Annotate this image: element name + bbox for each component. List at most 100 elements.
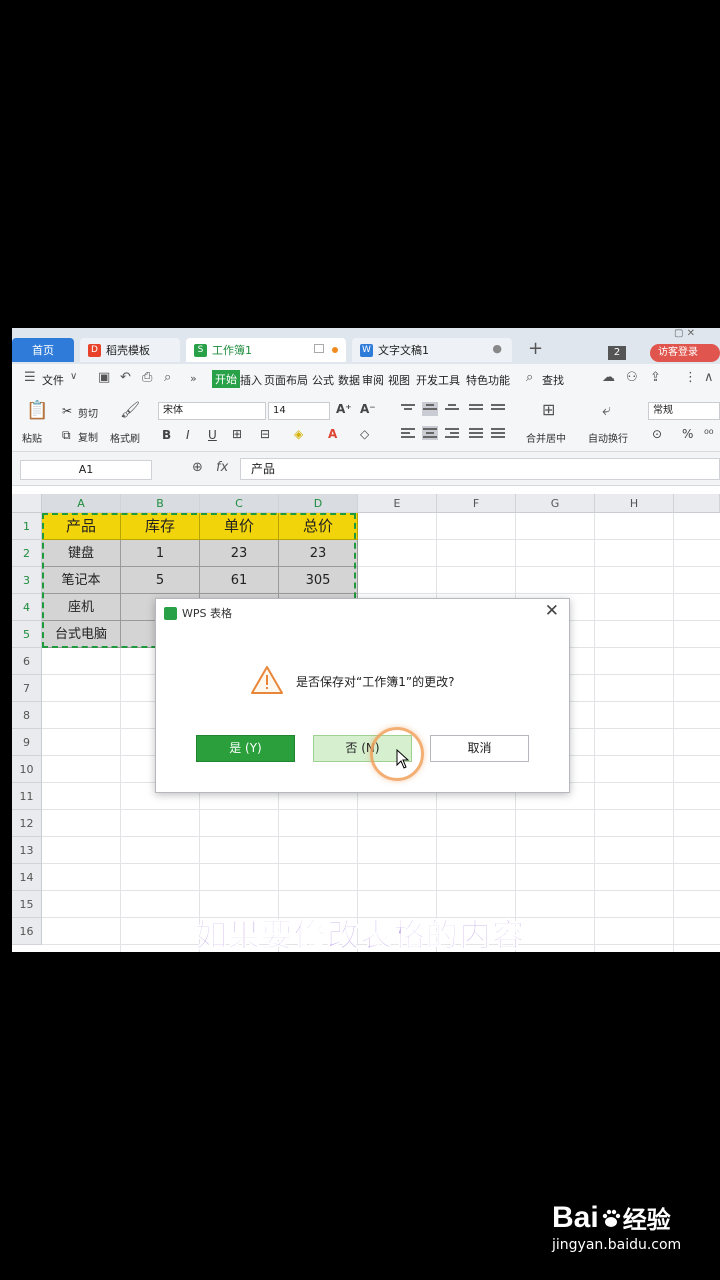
align-center-icon[interactable] bbox=[422, 426, 438, 440]
tab-home[interactable]: 首页 bbox=[12, 338, 74, 362]
row-header-8[interactable]: 8 bbox=[12, 702, 42, 729]
column-header-g[interactable]: G bbox=[516, 494, 595, 513]
row-header-6[interactable]: 6 bbox=[12, 648, 42, 675]
copy-button[interactable]: 复制 bbox=[78, 429, 98, 444]
row-header-11[interactable]: 11 bbox=[12, 783, 42, 810]
row-header-5[interactable]: 5 bbox=[12, 621, 42, 648]
merge-center-icon[interactable]: ⊞ bbox=[542, 400, 555, 419]
outdent-icon[interactable] bbox=[490, 402, 506, 416]
select-all-corner[interactable] bbox=[12, 494, 42, 513]
menu-formulas[interactable]: 公式 bbox=[312, 372, 334, 388]
cell-c2[interactable]: 23 bbox=[200, 540, 279, 567]
new-tab-icon[interactable]: + bbox=[528, 338, 543, 359]
bold-icon[interactable]: B bbox=[162, 428, 171, 442]
cell-d1[interactable]: 总价 bbox=[279, 513, 358, 540]
percent-icon[interactable]: % bbox=[682, 427, 693, 441]
cell-b1[interactable]: 库存 bbox=[121, 513, 200, 540]
yes-button[interactable]: 是 (Y) bbox=[196, 735, 295, 762]
menu-developer[interactable]: 开发工具 bbox=[416, 372, 460, 388]
border-icon[interactable]: ⊞ bbox=[232, 427, 242, 441]
cell-a1[interactable]: 产品 bbox=[42, 513, 121, 540]
column-header-d[interactable]: D bbox=[279, 494, 358, 513]
italic-icon[interactable]: I bbox=[186, 428, 190, 442]
tab-document[interactable]: W 文字文稿1 ● bbox=[352, 338, 512, 362]
window-controls-icon[interactable]: ▢ ✕ bbox=[674, 328, 695, 339]
print-icon[interactable]: ⎙ bbox=[142, 370, 152, 385]
currency-icon[interactable]: ⊙ bbox=[652, 427, 662, 441]
undo-icon[interactable]: ↶ bbox=[120, 370, 131, 385]
cell-a4[interactable]: 座机 bbox=[42, 594, 121, 621]
login-button[interactable]: 访客登录 bbox=[650, 344, 720, 362]
cell-d2[interactable]: 23 bbox=[279, 540, 358, 567]
chevron-down-icon[interactable]: ∨ bbox=[70, 371, 77, 382]
style-icon[interactable]: ⊟ bbox=[260, 427, 270, 441]
column-header-extra[interactable] bbox=[674, 494, 720, 513]
menu-special[interactable]: 特色功能 bbox=[466, 372, 510, 388]
increase-font-icon[interactable]: A⁺ bbox=[336, 402, 352, 416]
font-size-select[interactable]: 14 bbox=[268, 402, 330, 420]
kebab-icon[interactable]: ⋮ bbox=[684, 370, 697, 385]
align-top-icon[interactable] bbox=[400, 402, 416, 416]
column-header-e[interactable]: E bbox=[358, 494, 437, 513]
distribute-icon[interactable] bbox=[490, 426, 506, 440]
menu-home[interactable]: 开始 bbox=[212, 370, 240, 388]
format-painter-icon[interactable]: 🖌 bbox=[120, 400, 140, 419]
row-header-7[interactable]: 7 bbox=[12, 675, 42, 702]
close-icon[interactable]: ✕ bbox=[545, 601, 559, 621]
tab-workbook[interactable]: S 工作簿1 bbox=[186, 338, 346, 362]
row-header-3[interactable]: 3 bbox=[12, 567, 42, 594]
cell-a5[interactable]: 台式电脑 bbox=[42, 621, 121, 648]
tab-templates[interactable]: D 稻壳模板 bbox=[80, 338, 180, 362]
cell-c1[interactable]: 单价 bbox=[200, 513, 279, 540]
menu-file[interactable]: 文件 bbox=[42, 372, 64, 388]
align-right-icon[interactable] bbox=[444, 426, 460, 440]
column-header-a[interactable]: A bbox=[42, 494, 121, 513]
cell-b2[interactable]: 1 bbox=[121, 540, 200, 567]
indent-icon[interactable] bbox=[468, 402, 484, 416]
row-header-9[interactable]: 9 bbox=[12, 729, 42, 756]
menu-data[interactable]: 数据 bbox=[338, 372, 360, 388]
row-header-1[interactable]: 1 bbox=[12, 513, 42, 540]
row-header-4[interactable]: 4 bbox=[12, 594, 42, 621]
fx-icon[interactable]: fx bbox=[216, 460, 228, 475]
row-header-2[interactable]: 2 bbox=[12, 540, 42, 567]
cloud-icon[interactable]: ☁ bbox=[602, 370, 615, 385]
justify-icon[interactable] bbox=[468, 426, 484, 440]
window-icon[interactable] bbox=[314, 344, 324, 353]
fill-color-icon[interactable]: ◈ bbox=[294, 427, 303, 441]
thousands-icon[interactable]: ⁰⁰ bbox=[704, 427, 714, 441]
wrap-text-icon[interactable]: ⤶ bbox=[602, 400, 611, 420]
paste-button[interactable]: 粘贴 bbox=[22, 430, 42, 445]
more-icon[interactable]: » bbox=[190, 372, 197, 385]
menu-review[interactable]: 审阅 bbox=[362, 372, 384, 388]
font-name-select[interactable]: 宋体 bbox=[158, 402, 266, 420]
eraser-icon[interactable]: ◇ bbox=[360, 427, 369, 441]
font-color-icon[interactable]: A bbox=[328, 427, 337, 441]
cut-icon[interactable]: ✂ bbox=[62, 404, 72, 418]
align-middle-icon[interactable] bbox=[422, 402, 438, 416]
zoom-icon[interactable]: ⊕ bbox=[192, 460, 203, 475]
column-header-f[interactable]: F bbox=[437, 494, 516, 513]
cell-a2[interactable]: 键盘 bbox=[42, 540, 121, 567]
cell-b3[interactable]: 5 bbox=[121, 567, 200, 594]
collapse-ribbon-icon[interactable]: ∧ bbox=[704, 370, 714, 385]
paste-icon[interactable]: 📋 bbox=[26, 400, 48, 421]
upload-icon[interactable]: ⇪ bbox=[650, 370, 661, 385]
cell-d3[interactable]: 305 bbox=[279, 567, 358, 594]
row-header-13[interactable]: 13 bbox=[12, 837, 42, 864]
cut-button[interactable]: 剪切 bbox=[78, 405, 98, 420]
number-format-select[interactable]: 常规 bbox=[648, 402, 720, 420]
cell-c3[interactable]: 61 bbox=[200, 567, 279, 594]
format-painter-button[interactable]: 格式刷 bbox=[110, 430, 140, 445]
cancel-button[interactable]: 取消 bbox=[430, 735, 529, 762]
copy-icon[interactable]: ⧉ bbox=[62, 428, 71, 443]
align-bottom-icon[interactable] bbox=[444, 402, 460, 416]
hamburger-icon[interactable]: ☰ bbox=[24, 370, 36, 385]
merge-center-button[interactable]: 合并居中 bbox=[526, 430, 566, 445]
cell-a3[interactable]: 笔记本 bbox=[42, 567, 121, 594]
wrap-text-button[interactable]: 自动换行 bbox=[588, 430, 628, 445]
row-header-10[interactable]: 10 bbox=[12, 756, 42, 783]
menu-search[interactable]: 查找 bbox=[542, 372, 564, 388]
menu-page-layout[interactable]: 页面布局 bbox=[264, 372, 308, 388]
close-tab-icon[interactable]: ● bbox=[492, 342, 502, 355]
